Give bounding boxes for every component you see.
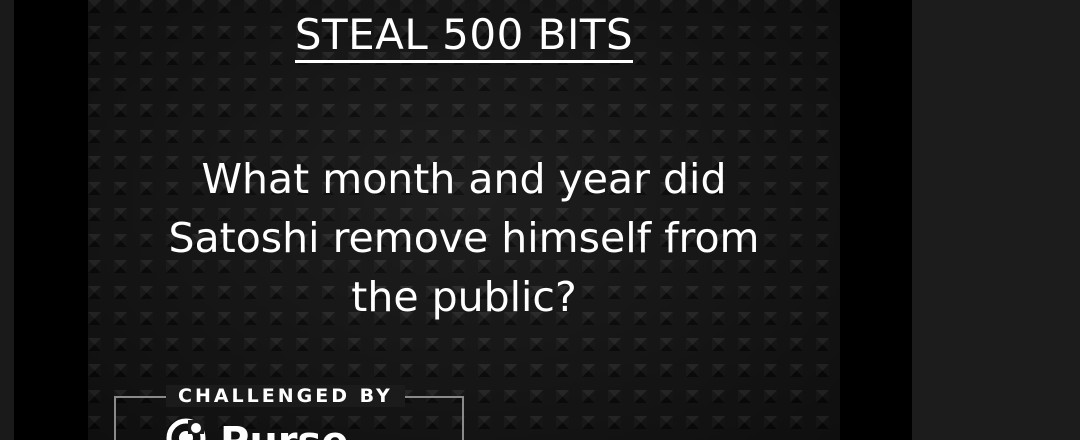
video-frame: STEAL 500 BITS What month and year did S… (0, 0, 1080, 440)
brand-name: Purse (220, 422, 348, 440)
right-side-panel (912, 0, 1080, 440)
sponsor-brand: Purse (166, 418, 348, 440)
slide-heading: STEAL 500 BITS (88, 10, 840, 63)
slide-heading-text: STEAL 500 BITS (294, 10, 634, 63)
left-edge-bar (0, 0, 14, 440)
challenge-label: CHALLENGED BY (166, 385, 405, 407)
purse-logo-icon (166, 418, 206, 440)
quiz-question: What month and year did Satoshi remove h… (168, 155, 760, 321)
quiz-slide: STEAL 500 BITS What month and year did S… (88, 0, 840, 440)
